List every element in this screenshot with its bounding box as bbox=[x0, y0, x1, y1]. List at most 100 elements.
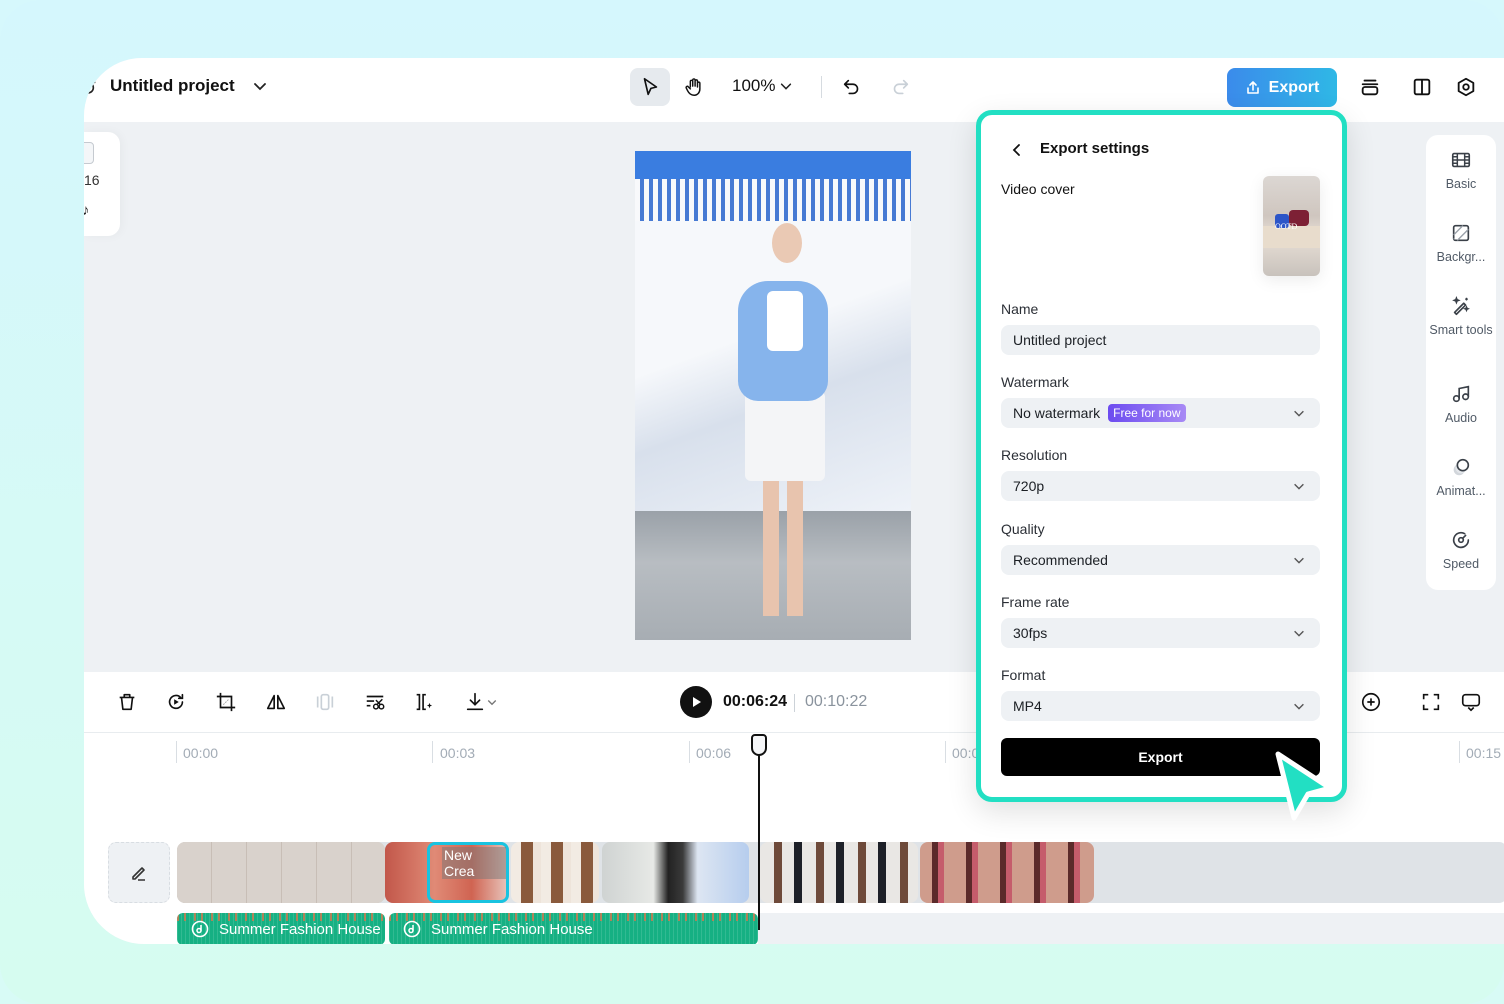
rail-label: Animat... bbox=[1436, 484, 1486, 498]
project-menu-chevron-icon[interactable] bbox=[252, 78, 268, 94]
speedometer-icon bbox=[1452, 531, 1470, 549]
share-upload-icon bbox=[1246, 80, 1259, 94]
ruler-tick bbox=[1459, 741, 1460, 763]
watermark-value: No watermark bbox=[1013, 405, 1101, 421]
undo-button[interactable] bbox=[832, 68, 872, 106]
watermark-label: Watermark bbox=[1001, 374, 1069, 390]
preview-figure-top bbox=[767, 291, 803, 351]
smart-split-icon bbox=[416, 693, 433, 711]
preview-figure-head bbox=[772, 223, 802, 263]
rail-label: Smart tools bbox=[1429, 323, 1493, 337]
select-tool-button[interactable] bbox=[630, 68, 670, 106]
play-button[interactable] bbox=[680, 686, 712, 718]
audio-clip[interactable]: Summer Fashion House bbox=[389, 913, 758, 944]
rail-item-audio[interactable]: Audio bbox=[1426, 383, 1496, 426]
ruler-label: 00:00 bbox=[183, 745, 219, 761]
hand-icon bbox=[685, 78, 701, 96]
smart-split-button[interactable] bbox=[408, 686, 440, 718]
export-settings-dialog: Export settings Video cover OOTD Name Un… bbox=[976, 110, 1347, 802]
rail-item-animation[interactable]: Animat... bbox=[1426, 456, 1496, 499]
format-select[interactable]: MP4 bbox=[1001, 691, 1320, 721]
video-cover-thumbnail[interactable]: OOTD bbox=[1263, 176, 1320, 276]
pencil-icon bbox=[132, 866, 145, 881]
resolution-label: Resolution bbox=[1001, 447, 1068, 463]
right-property-rail: Basic Backgr... Smart tools Audio Animat… bbox=[1426, 135, 1496, 590]
hand-tool-button[interactable] bbox=[674, 68, 714, 106]
download-icon bbox=[466, 692, 484, 711]
preview-figure-shorts bbox=[745, 391, 825, 481]
format-value: MP4 bbox=[1013, 698, 1042, 714]
cut-icon bbox=[366, 695, 385, 710]
fullscreen-button[interactable] bbox=[1415, 686, 1447, 718]
audio-clip-title: Summer Fashion House bbox=[219, 920, 381, 938]
watermark-select[interactable]: No watermark Free for now bbox=[1001, 398, 1320, 428]
video-clip[interactable] bbox=[177, 842, 385, 903]
preview-fence bbox=[635, 179, 911, 221]
edit-cover-button[interactable] bbox=[108, 842, 170, 903]
zoom-dropdown[interactable]: 100% bbox=[732, 76, 793, 96]
layers-button[interactable] bbox=[1350, 68, 1390, 106]
name-value: Untitled project bbox=[1013, 332, 1107, 348]
delete-button[interactable] bbox=[111, 686, 143, 718]
left-panel: 16 ♪ bbox=[84, 132, 120, 236]
freeze-button bbox=[309, 686, 341, 718]
chevron-down-icon bbox=[1294, 483, 1304, 490]
settings-button[interactable] bbox=[1446, 68, 1486, 106]
video-clip[interactable] bbox=[760, 842, 918, 903]
time-divider bbox=[794, 694, 795, 712]
name-label: Name bbox=[1001, 301, 1039, 317]
mirror-button[interactable] bbox=[260, 686, 292, 718]
ruler-label: 00:03 bbox=[440, 745, 476, 761]
name-input[interactable]: Untitled project bbox=[1001, 325, 1320, 355]
video-clip[interactable] bbox=[602, 842, 749, 903]
preview-mode-button[interactable] bbox=[1455, 686, 1487, 718]
rail-label: Backgr... bbox=[1436, 250, 1486, 264]
ruler-tick bbox=[176, 741, 177, 763]
rail-item-speed[interactable]: Speed bbox=[1426, 529, 1496, 572]
selected-video-clip[interactable]: New Crea bbox=[427, 842, 509, 903]
film-icon bbox=[1451, 152, 1471, 168]
plus-circle-icon bbox=[1361, 692, 1381, 712]
download-dropdown-button[interactable] bbox=[456, 686, 506, 718]
crop-icon bbox=[216, 692, 236, 712]
quality-value: Recommended bbox=[1013, 552, 1108, 568]
replay-button[interactable] bbox=[160, 686, 192, 718]
video-clip[interactable] bbox=[511, 842, 599, 903]
tiktok-icon[interactable]: ♪ bbox=[84, 202, 90, 219]
video-preview[interactable] bbox=[635, 151, 911, 640]
rail-label: Audio bbox=[1445, 411, 1477, 425]
rail-item-basic[interactable]: Basic bbox=[1426, 149, 1496, 192]
video-cover-label: Video cover bbox=[1001, 181, 1075, 197]
zoom-level: 100% bbox=[732, 76, 776, 95]
back-icon[interactable]: ↺ bbox=[84, 76, 97, 101]
preview-sky bbox=[635, 151, 911, 179]
monitor-icon bbox=[1461, 693, 1481, 712]
mouse-cursor-icon bbox=[1275, 751, 1333, 821]
cut-button[interactable] bbox=[359, 686, 391, 718]
redo-button[interactable] bbox=[880, 68, 920, 106]
music-disc-icon bbox=[403, 920, 421, 938]
pointer-icon bbox=[643, 77, 658, 96]
project-title[interactable]: Untitled project bbox=[110, 76, 235, 96]
animation-icon bbox=[1453, 458, 1470, 476]
quality-select[interactable]: Recommended bbox=[1001, 545, 1320, 575]
resolution-select[interactable]: 720p bbox=[1001, 471, 1320, 501]
fullscreen-icon bbox=[1422, 693, 1440, 711]
panel-layout-button[interactable] bbox=[1402, 68, 1442, 106]
crop-button[interactable] bbox=[210, 686, 242, 718]
rail-item-background[interactable]: Backgr... bbox=[1426, 222, 1496, 265]
back-chevron-icon[interactable] bbox=[1009, 142, 1025, 158]
clip-title: New Crea bbox=[442, 847, 506, 879]
chevron-down-icon bbox=[1294, 410, 1304, 417]
audio-track-empty bbox=[758, 913, 1504, 944]
add-track-button[interactable] bbox=[1355, 686, 1387, 718]
rail-label: Basic bbox=[1445, 177, 1477, 191]
rail-item-smart-tools[interactable]: Smart tools bbox=[1426, 295, 1496, 338]
total-time: 00:10:22 bbox=[805, 693, 868, 710]
aspect-ratio-icon[interactable] bbox=[84, 142, 94, 164]
framerate-select[interactable]: 30fps bbox=[1001, 618, 1320, 648]
export-button[interactable]: Export bbox=[1227, 68, 1337, 107]
audio-clip[interactable]: Summer Fashion House bbox=[177, 913, 385, 944]
rail-label: Speed bbox=[1442, 557, 1480, 571]
video-clip[interactable] bbox=[920, 842, 1094, 903]
